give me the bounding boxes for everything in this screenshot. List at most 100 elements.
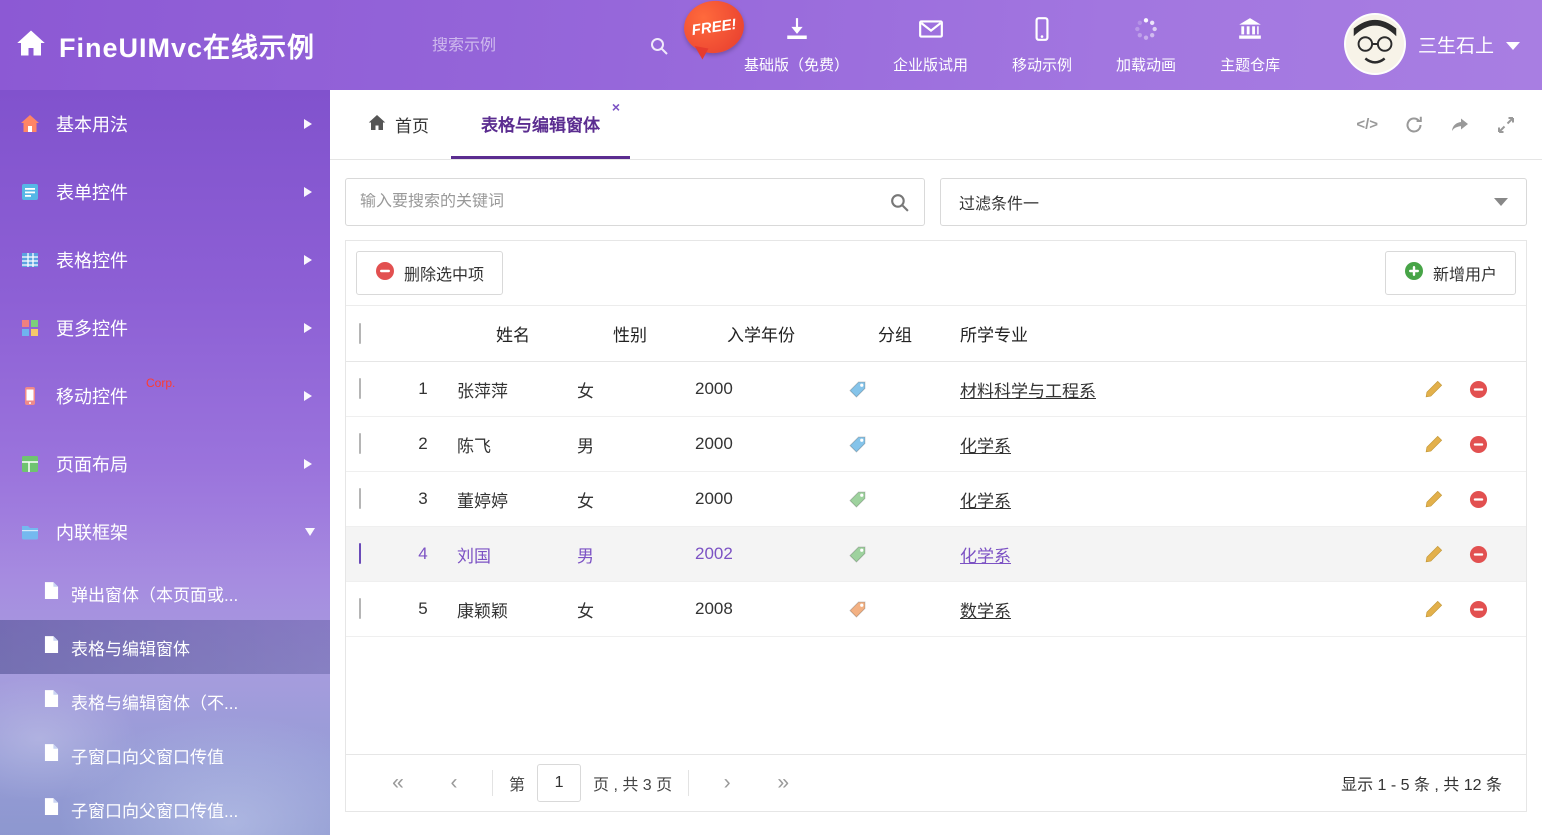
major-link[interactable]: 数学系: [960, 602, 1011, 621]
nav-enterprise-trial[interactable]: 企业版试用: [871, 16, 990, 75]
sidebar-subitem-child-to-parent[interactable]: 子窗口向父窗口传值: [0, 728, 330, 782]
column-header-gender[interactable]: 性别: [574, 321, 686, 346]
row-checkbox[interactable]: [359, 433, 361, 454]
column-header-group[interactable]: 分组: [836, 321, 954, 346]
search-icon[interactable]: [889, 192, 910, 213]
page-suffix-label: 页 , 共 3 页: [593, 771, 672, 795]
nav-mobile-demo[interactable]: 移动示例: [990, 16, 1094, 75]
keyword-input[interactable]: [360, 193, 889, 211]
table-row[interactable]: 4 刘国 男 2002 化学系: [346, 527, 1526, 582]
table-row[interactable]: 2 陈飞 男 2000 化学系: [346, 417, 1526, 472]
edit-icon[interactable]: [1425, 545, 1443, 563]
sidebar-item-page-layout[interactable]: 页面布局: [0, 430, 330, 498]
sidebar-item-form-controls[interactable]: 表单控件: [0, 158, 330, 226]
row-checkbox[interactable]: [359, 378, 361, 399]
chevron-right-icon: [304, 459, 312, 469]
tag-icon[interactable]: [849, 381, 866, 398]
refresh-icon[interactable]: [1404, 115, 1424, 135]
file-icon: [44, 743, 59, 767]
row-checkbox[interactable]: [359, 488, 361, 509]
sidebar-subitem-child-to-parent-2[interactable]: 子窗口向父窗口传值...: [0, 782, 330, 836]
delete-icon[interactable]: [1469, 545, 1488, 564]
last-page-button[interactable]: »: [755, 771, 811, 795]
major-link[interactable]: 化学系: [960, 437, 1011, 456]
nav-theme-store[interactable]: 主题仓库: [1198, 16, 1302, 75]
column-header-major[interactable]: 所学专业: [954, 321, 1408, 346]
nav-loading-animation[interactable]: 加载动画: [1094, 16, 1198, 75]
sidebar-subitem-grid-edit-window-2[interactable]: 表格与编辑窗体（不...: [0, 674, 330, 728]
search-icon[interactable]: [649, 36, 669, 56]
cell-gender: 女: [574, 597, 686, 622]
nav-basic-free[interactable]: 基础版（免费）: [722, 16, 871, 75]
delete-icon[interactable]: [1469, 380, 1488, 399]
filter-row: 过滤条件一: [345, 178, 1527, 226]
row-index: 2: [394, 434, 452, 454]
cell-name: 董婷婷: [452, 487, 574, 512]
delete-icon[interactable]: [1469, 490, 1488, 509]
major-link[interactable]: 化学系: [960, 492, 1011, 511]
sidebar-item-label: 内联框架: [56, 519, 128, 545]
tab-home[interactable]: 首页: [346, 90, 451, 159]
filter-dropdown-value: 过滤条件一: [959, 190, 1039, 214]
cell-year: 2002: [686, 544, 836, 564]
sidebar-subitem-popup-window[interactable]: 弹出窗体（本页面或...: [0, 566, 330, 620]
row-checkbox[interactable]: [359, 543, 361, 564]
row-checkbox[interactable]: [359, 598, 361, 619]
table-row[interactable]: 5 康颖颖 女 2008 数学系: [346, 582, 1526, 637]
sidebar-subitem-grid-edit-window[interactable]: 表格与编辑窗体: [0, 620, 330, 674]
user-menu[interactable]: 三生石上: [1344, 13, 1520, 75]
sidebar-item-basic-usage[interactable]: 基本用法: [0, 90, 330, 158]
tab-grid-edit-window[interactable]: 表格与编辑窗体 ×: [451, 90, 630, 159]
tag-icon[interactable]: [849, 546, 866, 563]
layout-icon: [20, 454, 42, 474]
select-all-checkbox[interactable]: [359, 323, 361, 344]
table-row[interactable]: 1 张萍萍 女 2000 材料科学与工程系: [346, 362, 1526, 417]
column-header-name[interactable]: 姓名: [452, 321, 574, 346]
sidebar-subitem-label: 弹出窗体（本页面或...: [71, 581, 238, 606]
tag-icon[interactable]: [849, 601, 866, 618]
edit-icon[interactable]: [1425, 380, 1443, 398]
cell-year: 2000: [686, 379, 836, 399]
edit-icon[interactable]: [1425, 600, 1443, 618]
sidebar-item-more-controls[interactable]: 更多控件: [0, 294, 330, 362]
major-link[interactable]: 化学系: [960, 547, 1011, 566]
filter-dropdown[interactable]: 过滤条件一: [940, 178, 1527, 226]
delete-selected-button[interactable]: 删除选中项: [356, 251, 503, 295]
minus-circle-icon: [375, 261, 395, 286]
delete-icon[interactable]: [1469, 600, 1488, 619]
major-link[interactable]: 材料科学与工程系: [960, 382, 1096, 401]
sidebar-subitem-label: 子窗口向父窗口传值...: [71, 797, 238, 822]
close-icon[interactable]: ×: [612, 99, 620, 115]
tag-icon[interactable]: [849, 491, 866, 508]
corp-badge: Corp.: [146, 376, 175, 390]
share-icon[interactable]: [1450, 115, 1470, 135]
column-header-year[interactable]: 入学年份: [686, 321, 836, 346]
next-page-button[interactable]: ›: [699, 771, 755, 795]
source-code-icon[interactable]: </>: [1356, 116, 1378, 133]
sidebar-item-label: 基本用法: [56, 111, 128, 137]
row-index: 3: [394, 489, 452, 509]
first-page-button[interactable]: «: [370, 771, 426, 795]
sidebar-item-grid-controls[interactable]: 表格控件: [0, 226, 330, 294]
header-search-input[interactable]: [432, 37, 639, 55]
sidebar-subitem-label: 表格与编辑窗体: [71, 635, 190, 660]
nav-label: 移动示例: [1012, 54, 1072, 75]
add-user-button[interactable]: 新增用户: [1385, 251, 1516, 295]
table-row[interactable]: 3 董婷婷 女 2000 化学系: [346, 472, 1526, 527]
download-icon: [784, 16, 810, 47]
tag-icon[interactable]: [849, 436, 866, 453]
file-icon: [44, 689, 59, 713]
tab-label: 表格与编辑窗体: [481, 111, 600, 136]
home-icon: [368, 114, 386, 136]
header-search: [432, 30, 637, 62]
page-number-input[interactable]: [537, 764, 581, 802]
edit-icon[interactable]: [1425, 435, 1443, 453]
edit-icon[interactable]: [1425, 490, 1443, 508]
pagination-bar: « ‹ 第 页 , 共 3 页 › » 显示 1 - 5 条 , 共 12 条: [346, 754, 1526, 811]
prev-page-button[interactable]: ‹: [426, 771, 482, 795]
sidebar-item-iframe[interactable]: 内联框架: [0, 498, 330, 566]
delete-icon[interactable]: [1469, 435, 1488, 454]
fullscreen-icon[interactable]: [1496, 115, 1516, 135]
table-header: 姓名 性别 入学年份 分组 所学专业: [346, 306, 1526, 362]
sidebar-item-mobile-controls[interactable]: 移动控件 Corp.: [0, 362, 330, 430]
